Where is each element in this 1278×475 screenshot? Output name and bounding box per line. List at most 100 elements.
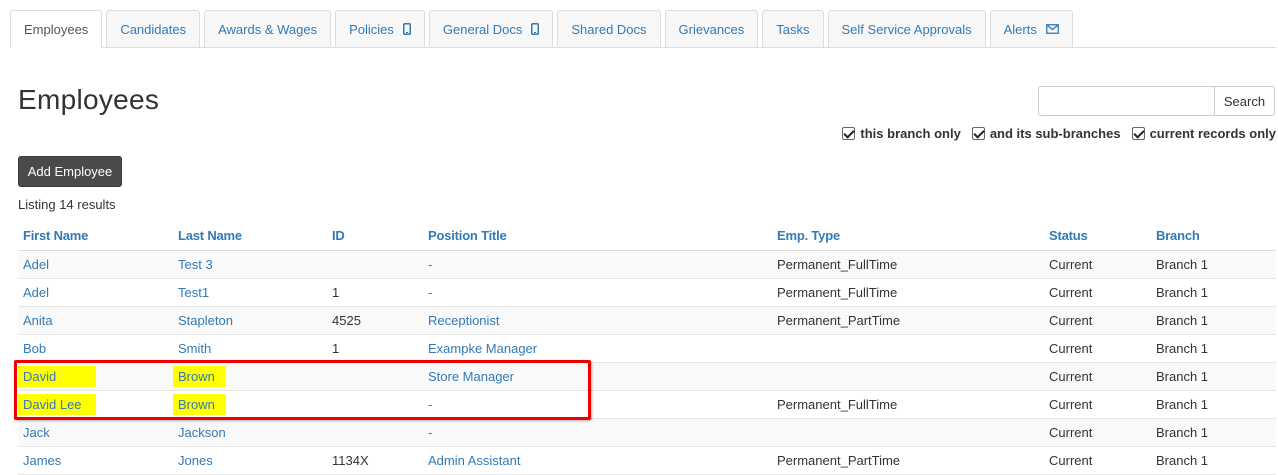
status-cell: Current [1044,278,1151,307]
status-cell: Current [1044,390,1151,419]
tab-general-docs[interactable]: General Docs [428,10,554,47]
employee-table: First Name Last Name ID Position Title E… [18,221,1276,475]
tab-self-service-approvals[interactable]: Self Service Approvals [827,10,986,47]
emp-type-cell: Permanent_FullTime [772,278,1044,307]
tab-awards-wages[interactable]: Awards & Wages [204,10,332,47]
id-cell: 1 [327,334,423,363]
last-name-cell[interactable]: Test 3 [173,250,327,279]
position-title-cell[interactable]: - [423,418,772,447]
column-header-position-title[interactable]: Position Title [423,221,772,251]
first-name-cell[interactable]: Adel [18,250,173,279]
mobile-icon [402,23,411,35]
tab-alerts[interactable]: Alerts [989,10,1073,47]
column-header-emp-type[interactable]: Emp. Type [772,221,1044,251]
first-name-cell[interactable]: David Lee [18,390,173,419]
branch-cell: Branch 1 [1151,250,1276,279]
add-employee-button[interactable]: Add Employee [18,156,122,187]
last-name-cell[interactable]: Brown [173,362,327,391]
tab-grievances[interactable]: Grievances [664,10,759,47]
tab-label: Employees [24,22,89,37]
last-name-cell[interactable]: Test1 [173,278,327,307]
id-cell: 1134X [327,446,423,475]
highlighted-name[interactable]: David Lee [18,393,96,415]
page-title: Employees [18,84,160,115]
emp-type-cell [772,334,1044,363]
tab-label: Tasks [776,21,810,37]
emp-type-cell: Permanent_FullTime [772,390,1044,419]
tab-tasks[interactable]: Tasks [762,10,824,47]
status-cell: Current [1044,306,1151,335]
status-cell: Current [1044,250,1151,279]
id-cell: 4525 [327,306,423,335]
column-header-id[interactable]: ID [327,221,423,251]
mobile-icon [531,23,540,35]
first-name-cell[interactable]: Bob [18,334,173,363]
filter-sub-branches[interactable]: and its sub-branches [971,126,1121,141]
table-row: Anita Stapleton 4525 Receptionist Perman… [18,306,1276,335]
status-cell: Current [1044,334,1151,363]
first-name-cell[interactable]: James [18,446,173,475]
table-row: Bob Smith 1 Exampke Manager Current Bran… [18,334,1276,363]
search-button[interactable]: Search [1214,86,1275,116]
search-input[interactable] [1038,86,1215,116]
checkbox-sub-branches[interactable] [971,127,985,140]
emp-type-cell [772,418,1044,447]
tab-label: General Docs [442,21,523,37]
column-header-first-name[interactable]: First Name [18,221,173,251]
tab-candidates[interactable]: Candidates [106,10,201,47]
first-name-cell[interactable]: Jack [18,418,173,447]
position-title-cell[interactable]: Admin Assistant [423,446,772,475]
branch-cell: Branch 1 [1151,390,1276,419]
table-row: David Brown Store Manager Current Branch… [18,362,1276,391]
checkbox-current-records[interactable] [1131,127,1145,140]
tab-shared-docs[interactable]: Shared Docs [557,10,661,47]
filter-this-branch[interactable]: this branch only [842,126,961,141]
status-cell: Current [1044,446,1151,475]
first-name-cell[interactable]: Adel [18,278,173,307]
tab-label: Shared Docs [571,21,647,37]
id-cell [327,390,423,419]
highlighted-name[interactable]: David [18,365,97,387]
id-cell: 1 [327,278,423,307]
envelope-icon [1045,24,1059,34]
branch-cell: Branch 1 [1151,362,1276,391]
filter-label: current records only [1149,126,1276,141]
tab-label: Candidates [120,21,187,37]
column-header-branch[interactable]: Branch [1151,221,1276,251]
position-title-cell[interactable]: - [423,278,772,307]
column-header-last-name[interactable]: Last Name [173,221,327,251]
filter-label: and its sub-branches [989,126,1121,141]
table-header-row: First Name Last Name ID Position Title E… [18,221,1276,251]
position-title-cell[interactable]: Receptionist [423,306,772,335]
emp-type-cell: Permanent_FullTime [772,250,1044,279]
last-name-cell[interactable]: Brown [173,390,327,419]
position-title-cell[interactable]: - [423,250,772,279]
position-title-cell[interactable]: Store Manager [423,362,772,391]
tab-policies[interactable]: Policies [335,10,425,47]
first-name-cell[interactable]: David [18,362,173,391]
table-row: James Jones 1134X Admin Assistant Perman… [18,446,1276,475]
last-name-cell[interactable]: Jones [173,446,327,475]
filter-current-records[interactable]: current records only [1131,126,1276,141]
last-name-cell[interactable]: Smith [173,334,327,363]
last-name-cell[interactable]: Stapleton [173,306,327,335]
position-title-cell[interactable]: - [423,390,772,419]
checkbox-this-branch[interactable] [842,127,856,140]
results-count: Listing 14 results [18,197,116,212]
tab-label: Policies [349,21,394,37]
highlighted-name[interactable]: Brown [173,365,226,387]
first-name-cell[interactable]: Anita [18,306,173,335]
position-title-cell[interactable]: Exampke Manager [423,334,772,363]
branch-cell: Branch 1 [1151,278,1276,307]
table-row: Adel Test1 1 - Permanent_FullTime Curren… [18,278,1276,307]
filter-label: this branch only [860,126,961,141]
branch-cell: Branch 1 [1151,446,1276,475]
column-header-status[interactable]: Status [1044,221,1151,251]
filter-options: this branch only and its sub-branches cu… [831,126,1276,141]
highlighted-name[interactable]: Brown [173,393,226,415]
status-cell: Current [1044,418,1151,447]
table-row: Adel Test 3 - Permanent_FullTime Current… [18,250,1276,279]
last-name-cell[interactable]: Jackson [173,418,327,447]
tab-employees[interactable]: Employees [10,10,103,48]
tab-bar: Employees Candidates Awards & Wages Poli… [10,10,1276,48]
